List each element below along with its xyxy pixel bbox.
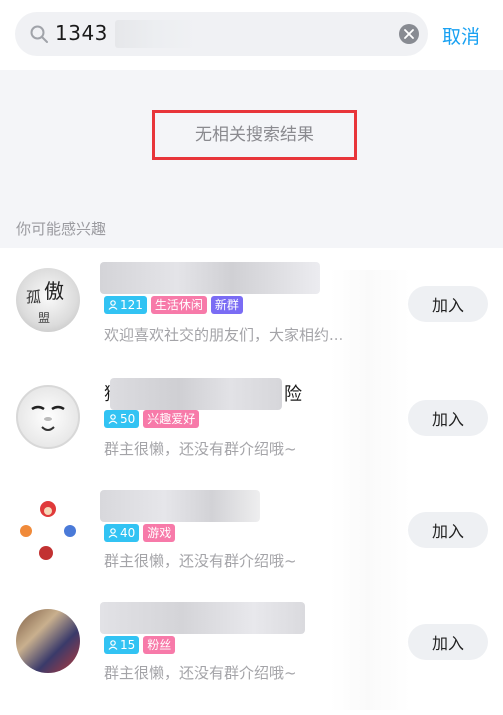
search-query-text: 1343 [55,21,108,45]
member-count-badge: 40 [104,524,140,542]
person-icon [108,300,118,310]
avatar [16,609,80,673]
list-item[interactable]: 15 粉丝 群主很懒，还没有群介绍哦~ 加入 [0,584,503,696]
empty-result-highlight: 无相关搜索结果 [152,110,357,160]
join-button[interactable]: 加入 [408,512,488,548]
group-description: 群主很懒，还没有群介绍哦~ [104,440,297,458]
clear-icon[interactable] [399,24,419,44]
avatar: 孤 傲 盟 [16,268,80,332]
new-group-tag: 新群 [210,296,243,314]
redacted-query [115,20,197,48]
category-tag: 粉丝 [143,636,176,654]
redacted-group-name [100,490,260,522]
group-tags: 15 粉丝 [104,636,176,656]
search-results: 无相关搜索结果 你可能感兴趣 [0,70,503,248]
group-tags: 40 游戏 [104,524,176,544]
group-tags: 50 兴趣爱好 [104,410,200,430]
svg-text:傲: 傲 [44,279,64,303]
search-icon [30,25,48,43]
category-tag: 生活休闲 [150,296,207,314]
list-item[interactable]: 40 游戏 群主很懒，还没有群介绍哦~ 加入 [0,472,503,584]
group-description: 群主很懒，还没有群介绍哦~ [104,664,297,682]
suggestions-header: 你可能感兴趣 [16,220,107,238]
redacted-group-name [100,602,305,634]
list-item[interactable]: 孤 傲 盟 121 生活休闲 新群 欢迎喜欢社交的朋友们，大家相约... 加入 [0,248,503,360]
cancel-button[interactable]: 取消 [442,22,480,49]
redacted-group-name [110,378,282,410]
avatar [16,497,80,561]
join-button[interactable]: 加入 [408,624,488,660]
group-description: 欢迎喜欢社交的朋友们，大家相约... [104,326,344,344]
group-tags: 121 生活休闲 新群 [104,296,243,316]
category-tag: 兴趣爱好 [143,410,200,428]
redacted-group-name [100,262,320,294]
group-description: 群主很懒，还没有群介绍哦~ [104,552,297,570]
person-icon [108,640,118,650]
background-watermark [330,270,410,710]
svg-text:盟: 盟 [38,311,50,325]
group-name-suffix: 险 [284,384,302,405]
empty-result-message: 无相关搜索结果 [195,125,314,145]
join-button[interactable]: 加入 [408,286,488,322]
member-count-badge: 50 [104,410,140,428]
suggested-group-list: 孤 傲 盟 121 生活休闲 新群 欢迎喜欢社交的朋友们，大家相约... 加入 [0,248,503,715]
join-button[interactable]: 加入 [408,400,488,436]
member-count-badge: 15 [104,636,140,654]
member-count-badge: 121 [104,296,147,314]
avatar [16,385,80,449]
svg-text:孤: 孤 [26,288,41,306]
search-header: 1343 取消 [0,0,503,70]
list-item[interactable]: 猴 险 50 兴趣爱好 群主很懒，还没有群介绍哦~ 加入 [0,360,503,472]
person-icon [108,528,118,538]
person-icon [108,414,118,424]
search-input[interactable]: 1343 [15,12,428,56]
category-tag: 游戏 [143,524,176,542]
